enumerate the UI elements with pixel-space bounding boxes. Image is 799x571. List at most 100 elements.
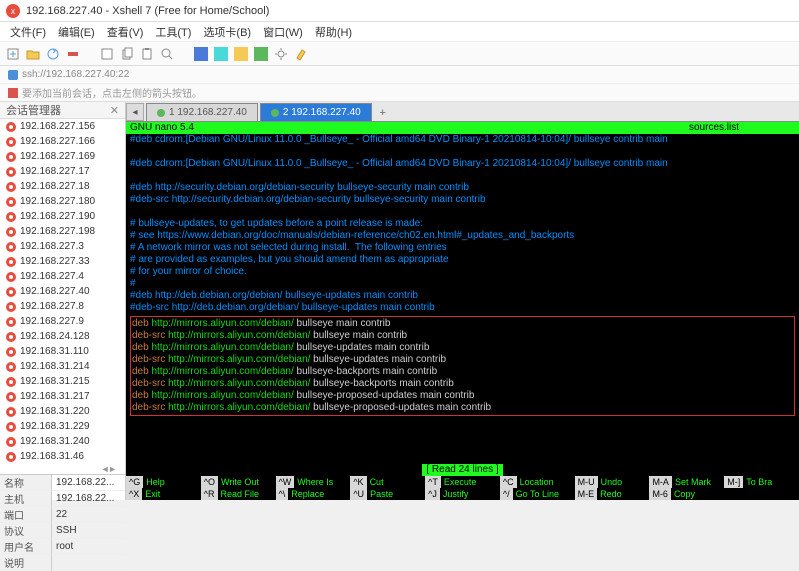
menu-tools[interactable]: 工具(T) <box>149 24 197 40</box>
editor-line: deb http://mirrors.aliyun.com/debian/ bu… <box>132 318 793 330</box>
editor-line: #deb cdrom:[Debian GNU/Linux 11.0.0 _Bul… <box>130 158 795 170</box>
editor-line: deb http://mirrors.aliyun.com/debian/ bu… <box>132 366 793 378</box>
session-item[interactable]: 192.168.31.215 <box>0 374 125 389</box>
session-item[interactable]: 192.168.227.3 <box>0 239 125 254</box>
nano-shortcut: M-UUndo <box>575 476 650 488</box>
prop-port-value: 22 <box>52 507 125 523</box>
session-icon <box>6 257 16 267</box>
session-icon <box>6 317 16 327</box>
address-text: ssh://192.168.227.40:22 <box>22 69 129 80</box>
session-manager-title: 会话管理器 <box>6 102 61 118</box>
font-yellow-icon[interactable] <box>234 47 248 61</box>
window-title: 192.168.227.40 - Xshell 7 (Free for Home… <box>26 5 269 17</box>
session-label: 192.168.227.190 <box>20 211 95 222</box>
session-item[interactable]: 192.168.227.9 <box>0 314 125 329</box>
editor-line: # A network mirror was not selected duri… <box>130 242 795 254</box>
prop-name-label: 名称 <box>0 475 52 491</box>
session-label: 192.168.31.214 <box>20 361 90 372</box>
session-item[interactable]: 192.168.227.156 <box>0 119 125 134</box>
window-titlebar: x 192.168.227.40 - Xshell 7 (Free for Ho… <box>0 0 799 22</box>
menu-tabs[interactable]: 选项卡(B) <box>197 24 257 40</box>
session-label: 192.168.227.4 <box>20 271 84 282</box>
terminal[interactable]: GNU nano 5.4 sources.list #deb cdrom:[De… <box>126 122 799 500</box>
nano-shortcut: ^CLocation <box>500 476 575 488</box>
session-scroll-arrows[interactable]: ◄ ► <box>0 464 125 474</box>
session-item[interactable]: 192.168.227.180 <box>0 194 125 209</box>
add-tab-button[interactable]: + <box>375 105 391 121</box>
session-icon <box>6 227 16 237</box>
session-item[interactable]: 192.168.31.110 <box>0 344 125 359</box>
session-item[interactable]: 192.168.227.8 <box>0 299 125 314</box>
session-label: 192.168.227.40 <box>20 286 90 297</box>
nano-shortcuts: ^GHelp^OWrite Out^WWhere Is^KCut^TExecut… <box>126 476 799 500</box>
menu-edit[interactable]: 编辑(E) <box>52 24 101 40</box>
session-icon <box>6 362 16 372</box>
menu-bar: 文件(F) 编辑(E) 查看(V) 工具(T) 选项卡(B) 窗口(W) 帮助(… <box>0 22 799 42</box>
search-icon[interactable] <box>160 47 174 61</box>
session-icon <box>6 437 16 447</box>
session-item[interactable]: 192.168.227.4 <box>0 269 125 284</box>
editor-line: deb http://mirrors.aliyun.com/debian/ bu… <box>132 342 793 354</box>
menu-help[interactable]: 帮助(H) <box>309 24 358 40</box>
session-item[interactable]: 192.168.31.229 <box>0 419 125 434</box>
session-item[interactable]: 192.168.227.169 <box>0 149 125 164</box>
open-icon[interactable] <box>26 47 40 61</box>
tab-list-icon[interactable]: ◂ <box>126 103 144 121</box>
session-label: 192.168.227.9 <box>20 316 84 327</box>
menu-view[interactable]: 查看(V) <box>101 24 150 40</box>
session-item[interactable]: 192.168.31.46 <box>0 449 125 464</box>
session-manager-close-icon[interactable]: ✕ <box>110 104 119 117</box>
highlight-icon[interactable] <box>294 47 308 61</box>
session-item[interactable]: 192.168.31.217 <box>0 389 125 404</box>
tab-session-2[interactable]: 2 192.168.227.40 <box>260 103 372 121</box>
tab-session-1[interactable]: 1 192.168.227.40 <box>146 103 258 121</box>
session-item[interactable]: 192.168.227.190 <box>0 209 125 224</box>
session-item[interactable]: 192.168.227.198 <box>0 224 125 239</box>
font-blue-icon[interactable] <box>194 47 208 61</box>
session-item[interactable]: 192.168.31.240 <box>0 434 125 449</box>
highlighted-mirror-block: deb http://mirrors.aliyun.com/debian/ bu… <box>130 316 795 416</box>
session-item[interactable]: 192.168.227.166 <box>0 134 125 149</box>
session-icon <box>6 452 16 462</box>
nano-shortcut: M-ERedo <box>575 488 650 500</box>
nano-shortcut: ^\Replace <box>276 488 351 500</box>
nano-shortcut: ^WWhere Is <box>276 476 351 488</box>
paste-icon[interactable] <box>140 47 154 61</box>
session-item[interactable]: 192.168.227.18 <box>0 179 125 194</box>
copy-icon[interactable] <box>120 47 134 61</box>
session-item[interactable]: 192.168.24.128 <box>0 329 125 344</box>
menu-window[interactable]: 窗口(W) <box>257 24 309 40</box>
flag-icon <box>8 88 18 98</box>
session-label: 192.168.227.33 <box>20 256 90 267</box>
nano-shortcut: ^XExit <box>126 488 201 500</box>
new-session-icon[interactable] <box>6 47 20 61</box>
app-icon: x <box>6 4 20 18</box>
session-item[interactable]: 192.168.227.40 <box>0 284 125 299</box>
session-label: 192.168.227.166 <box>20 136 95 147</box>
reconnect-icon[interactable] <box>46 47 60 61</box>
session-icon <box>6 422 16 432</box>
editor-line: deb-src http://mirrors.aliyun.com/debian… <box>132 378 793 390</box>
settings-icon[interactable] <box>274 47 288 61</box>
properties-icon[interactable] <box>100 47 114 61</box>
tab-status-icon <box>157 109 165 117</box>
editor-line: deb http://mirrors.aliyun.com/debian/ bu… <box>132 390 793 402</box>
disconnect-icon[interactable] <box>66 47 80 61</box>
session-properties: 名称192.168.22... 主机192.168.22... 端口22 协议S… <box>0 474 125 571</box>
nano-status-bar: GNU nano 5.4 sources.list <box>126 122 799 134</box>
editor-line: deb-src http://mirrors.aliyun.com/debian… <box>132 402 793 414</box>
menu-file[interactable]: 文件(F) <box>4 24 52 40</box>
session-item[interactable]: 192.168.31.214 <box>0 359 125 374</box>
session-icon <box>6 287 16 297</box>
session-icon <box>6 377 16 387</box>
address-bar[interactable]: ssh://192.168.227.40:22 <box>0 66 799 84</box>
session-item[interactable]: 192.168.227.33 <box>0 254 125 269</box>
hint-bar: 要添加当前会话，点击左侧的箭头按钮。 <box>0 84 799 102</box>
nano-editor-body[interactable]: #deb cdrom:[Debian GNU/Linux 11.0.0 _Bul… <box>126 134 799 416</box>
session-icon <box>6 167 16 177</box>
session-item[interactable]: 192.168.227.17 <box>0 164 125 179</box>
font-cyan-icon[interactable] <box>214 47 228 61</box>
prop-host-label: 主机 <box>0 491 52 507</box>
font-green-icon[interactable] <box>254 47 268 61</box>
session-item[interactable]: 192.168.31.220 <box>0 404 125 419</box>
